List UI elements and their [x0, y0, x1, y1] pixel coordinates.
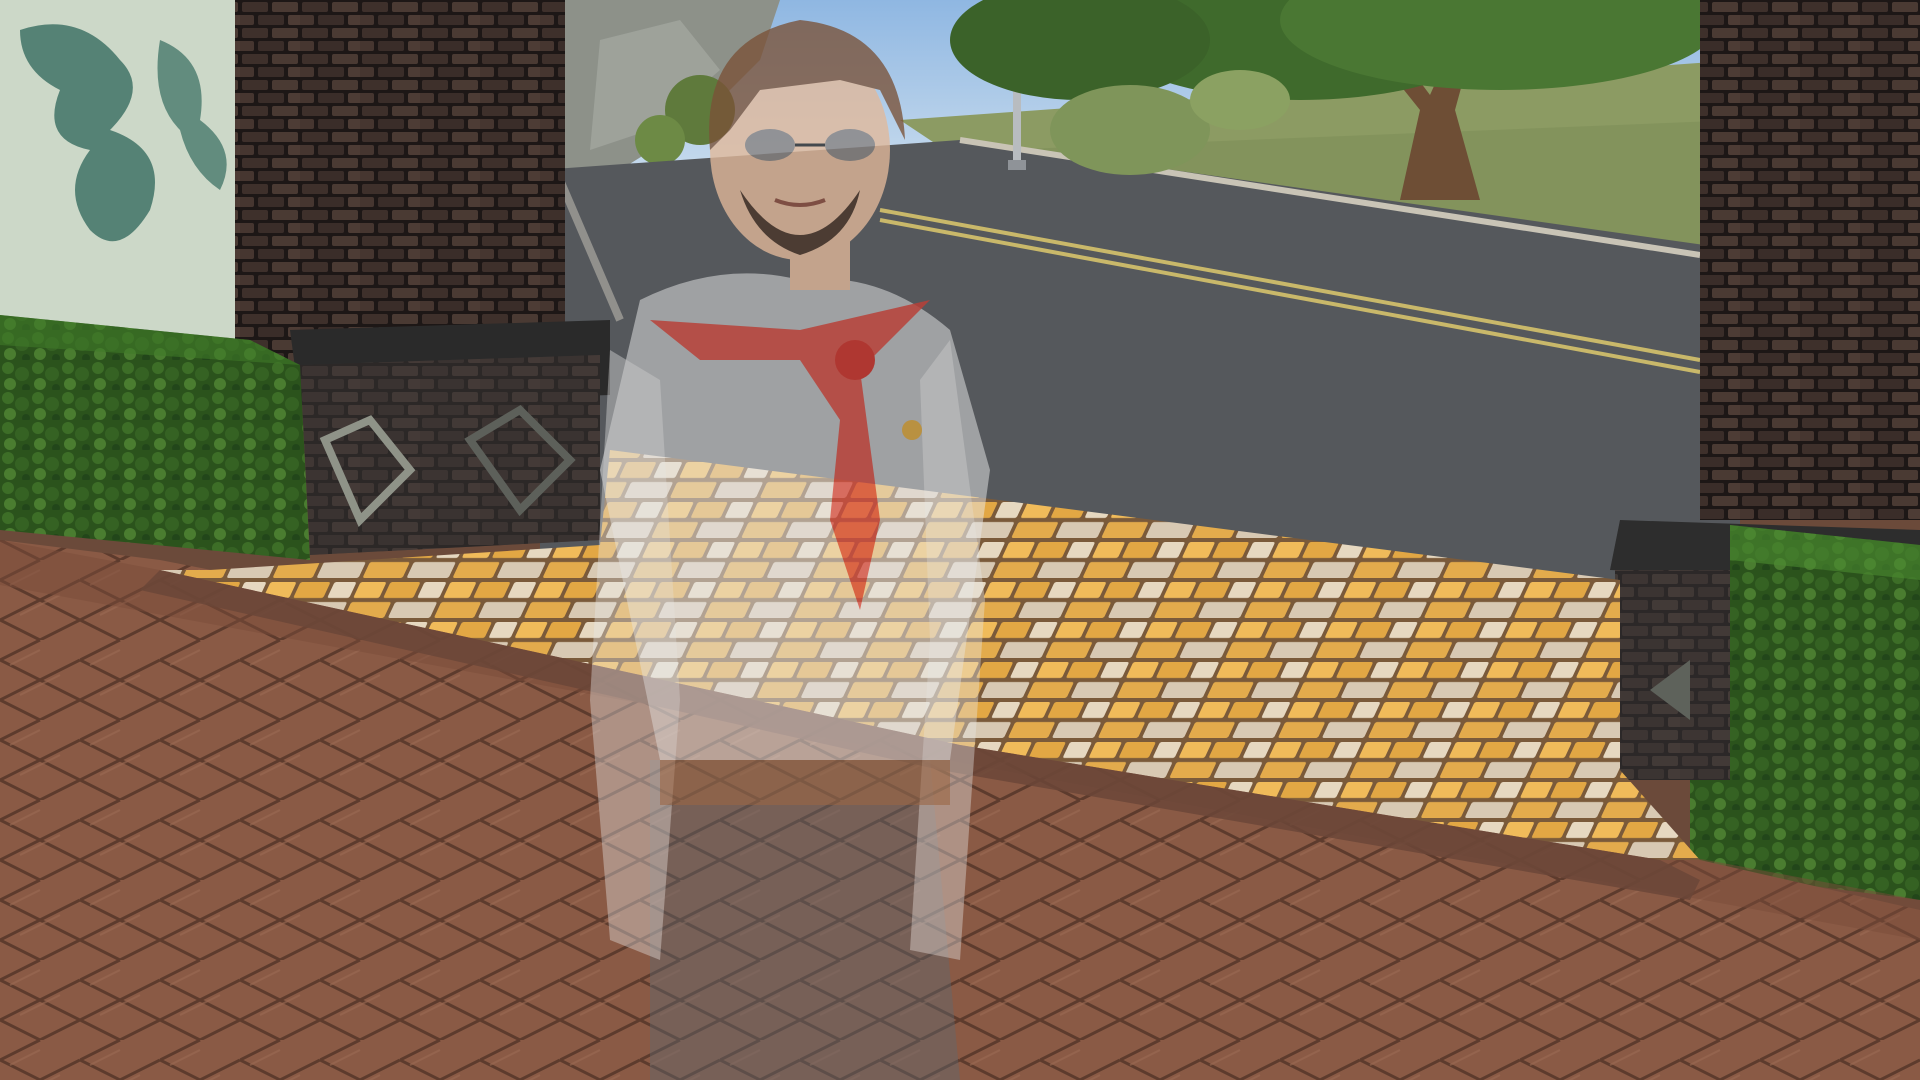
game-scene — [0, 0, 1920, 1080]
left-wall — [0, 0, 270, 340]
hedge-left — [0, 315, 310, 560]
game-viewport[interactable] — [0, 0, 1920, 1080]
